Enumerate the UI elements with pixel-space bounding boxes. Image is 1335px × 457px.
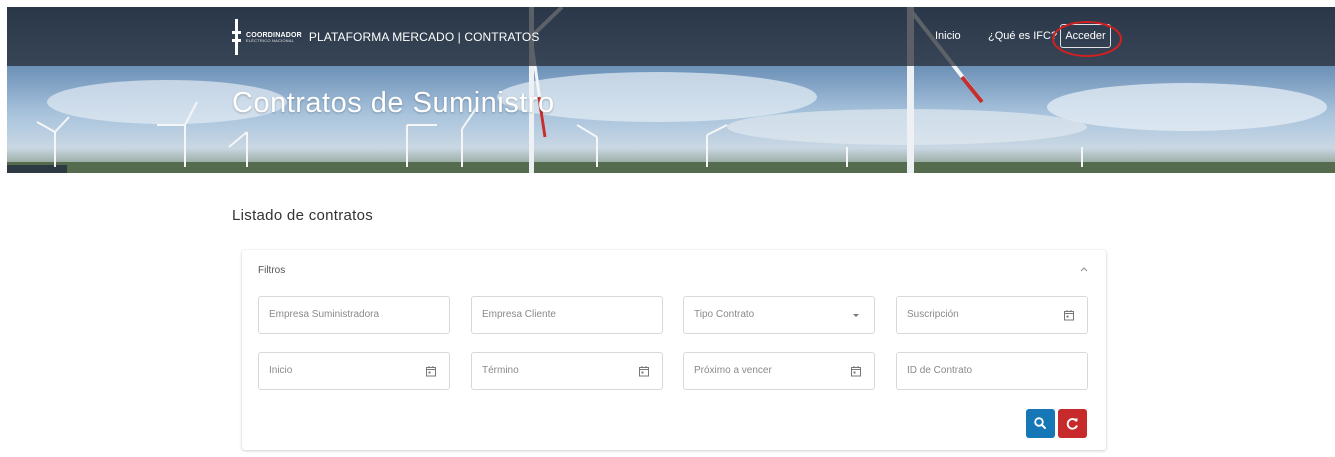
annotation-circle bbox=[1052, 21, 1122, 57]
section-title: Listado de contratos bbox=[232, 207, 374, 224]
tipo-contrato-placeholder: Tipo Contrato bbox=[694, 309, 755, 320]
platform-title: PLATAFORMA MERCADO | CONTRATOS bbox=[308, 30, 540, 44]
calendar-icon[interactable] bbox=[850, 365, 862, 377]
termino-date-input[interactable]: Término bbox=[471, 352, 663, 390]
calendar-icon[interactable] bbox=[425, 365, 437, 377]
nav-inicio-link[interactable]: Inicio bbox=[935, 24, 961, 48]
empresa-suministradora-placeholder: Empresa Suministradora bbox=[269, 309, 380, 320]
brand-org-subtitle: ELÉCTRICO NACIONAL bbox=[246, 37, 295, 43]
inicio-placeholder: Inicio bbox=[269, 365, 293, 376]
search-button[interactable] bbox=[1026, 409, 1055, 438]
chevron-up-icon[interactable] bbox=[1078, 263, 1090, 275]
hero-banner: COORDINADOR ELÉCTRICO NACIONAL PLATAFORM… bbox=[7, 7, 1335, 173]
tipo-contrato-select[interactable]: Tipo Contrato bbox=[683, 296, 875, 334]
empresa-cliente-input[interactable]: Empresa Cliente bbox=[471, 296, 663, 334]
reset-filters-button[interactable] bbox=[1058, 409, 1087, 438]
calendar-icon[interactable] bbox=[1063, 309, 1075, 321]
suscripcion-date-input[interactable]: Suscripción bbox=[896, 296, 1088, 334]
brand-organization: COORDINADOR ELÉCTRICO NACIONAL bbox=[246, 32, 302, 43]
page-title: Contratos de Suministro bbox=[232, 87, 555, 119]
logo-icon bbox=[232, 19, 241, 55]
calendar-icon[interactable] bbox=[638, 365, 650, 377]
search-icon bbox=[1034, 417, 1046, 429]
top-navigation-bar bbox=[7, 7, 1335, 66]
empresa-suministradora-input[interactable]: Empresa Suministradora bbox=[258, 296, 450, 334]
termino-placeholder: Término bbox=[482, 365, 519, 376]
suscripcion-placeholder: Suscripción bbox=[907, 309, 959, 320]
filters-panel: Filtros Empresa Suministradora Empresa C… bbox=[242, 250, 1106, 450]
id-contrato-placeholder: ID de Contrato bbox=[907, 365, 973, 376]
inicio-date-input[interactable]: Inicio bbox=[258, 352, 450, 390]
chevron-down-icon bbox=[853, 314, 859, 317]
empresa-cliente-placeholder: Empresa Cliente bbox=[482, 309, 556, 320]
proximo-a-vencer-placeholder: Próximo a vencer bbox=[694, 365, 772, 376]
filters-title: Filtros bbox=[258, 265, 286, 276]
refresh-icon bbox=[1066, 418, 1078, 430]
proximo-a-vencer-date-input[interactable]: Próximo a vencer bbox=[683, 352, 875, 390]
nav-que-es-ifc-link[interactable]: ¿Qué es IFC? bbox=[988, 24, 1057, 48]
brand[interactable]: COORDINADOR ELÉCTRICO NACIONAL PLATAFORM… bbox=[232, 17, 539, 57]
id-contrato-input[interactable]: ID de Contrato bbox=[896, 352, 1088, 390]
